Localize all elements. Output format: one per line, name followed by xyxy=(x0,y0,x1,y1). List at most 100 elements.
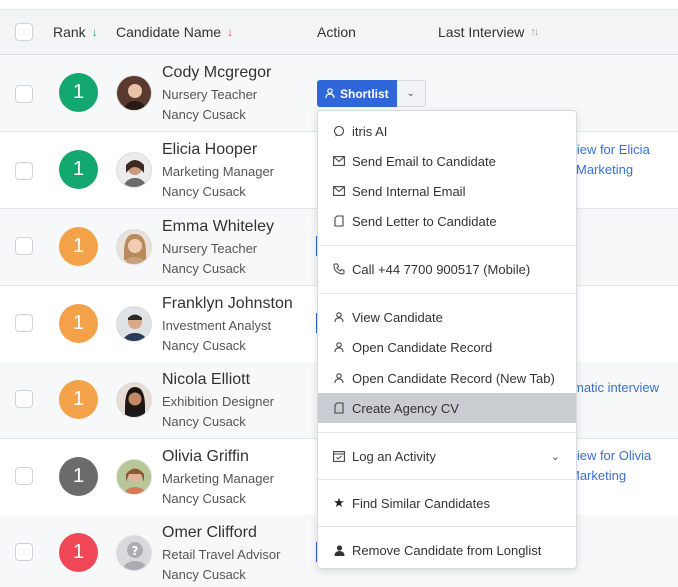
menu-item-label: View Candidate xyxy=(352,309,443,325)
last-interview-header-label: Last Interview xyxy=(438,24,525,40)
candidate-name[interactable]: Cody Mcgregor xyxy=(162,64,271,82)
menu-item-call[interactable]: Call +44 7700 900517 (Mobile) xyxy=(318,254,576,284)
candidate-owner: Nancy Cusack xyxy=(162,107,246,122)
avatar xyxy=(116,382,152,418)
menu-item-open-record[interactable]: Open Candidate Record xyxy=(318,332,576,362)
menu-item-label: Find Similar Candidates xyxy=(352,495,491,511)
last-interview-link[interactable]: rview for Elicia Marketing xyxy=(566,140,650,180)
candidate-owner: Nancy Cusack xyxy=(162,338,246,353)
document-icon xyxy=(333,402,345,414)
document-icon xyxy=(333,215,345,227)
phone-icon xyxy=(333,263,345,275)
rank-badge: 1 xyxy=(59,533,98,572)
menu-item-label: Open Candidate Record (New Tab) xyxy=(352,370,555,386)
user-icon xyxy=(333,311,345,323)
menu-divider xyxy=(318,245,576,246)
candidate-owner: Nancy Cusack xyxy=(162,414,246,429)
menu-item-find-similar[interactable]: ★ Find Similar Candidates xyxy=(318,488,576,518)
last-interview-link[interactable]: rview for Olivia Marketing xyxy=(566,446,651,486)
row-checkbox[interactable] xyxy=(15,85,33,103)
shortlist-split-button[interactable]: Shortlist ⌄ xyxy=(317,80,426,107)
candidate-name[interactable]: Franklyn Johnston xyxy=(162,295,293,313)
candidate-name-column-header[interactable]: Candidate Name ↓ xyxy=(116,24,233,40)
candidate-name[interactable]: Elicia Hooper xyxy=(162,141,257,159)
user-icon xyxy=(333,372,345,384)
rank-badge: 1 xyxy=(59,304,98,343)
menu-item-itris-ai[interactable]: itris AI xyxy=(318,116,576,146)
user-filled-icon xyxy=(333,544,345,556)
candidate-owner: Nancy Cusack xyxy=(162,261,246,276)
select-all-checkbox[interactable] xyxy=(15,23,33,41)
candidate-name[interactable]: Olivia Griffin xyxy=(162,448,249,466)
menu-item-send-letter[interactable]: Send Letter to Candidate xyxy=(318,206,576,236)
envelope-icon xyxy=(333,156,345,166)
menu-divider xyxy=(318,526,576,527)
candidate-name-header-label: Candidate Name xyxy=(116,24,222,40)
menu-item-view-candidate[interactable]: View Candidate xyxy=(318,302,576,332)
rank-badge: 1 xyxy=(59,150,98,189)
row-checkbox[interactable] xyxy=(15,162,33,180)
last-interview-link[interactable]: matic interview xyxy=(573,378,659,398)
menu-item-label: itris AI xyxy=(352,123,388,139)
envelope-icon xyxy=(333,186,345,196)
rank-badge: 1 xyxy=(59,73,98,112)
candidate-title: Marketing Manager xyxy=(162,164,274,179)
candidate-owner: Nancy Cusack xyxy=(162,184,246,199)
candidate-name[interactable]: Omer Clifford xyxy=(162,524,257,542)
menu-divider xyxy=(318,293,576,294)
menu-item-log-activity[interactable]: Log an Activity ⌄ xyxy=(318,441,576,471)
chevron-down-icon: ⌄ xyxy=(550,450,560,463)
candidate-name[interactable]: Nicola Elliott xyxy=(162,371,250,389)
svg-text:?: ? xyxy=(132,544,139,558)
row-checkbox[interactable] xyxy=(15,543,33,561)
menu-item-label: Send Internal Email xyxy=(352,183,466,199)
candidate-owner: Nancy Cusack xyxy=(162,567,246,582)
sort-down-icon: ↓ xyxy=(227,25,234,39)
last-interview-column-header[interactable]: Last Interview ↑↓ xyxy=(438,24,539,40)
chevron-down-icon: ⌄ xyxy=(406,88,415,99)
avatar xyxy=(116,152,152,188)
shortlist-dropdown-toggle[interactable]: ⌄ xyxy=(396,80,426,107)
calendar-check-icon xyxy=(333,450,345,462)
menu-divider xyxy=(318,432,576,433)
candidate-title: Investment Analyst xyxy=(162,318,272,333)
menu-item-label: Call +44 7700 900517 (Mobile) xyxy=(352,261,531,277)
shortlist-button[interactable]: Shortlist xyxy=(317,80,397,107)
row-checkbox[interactable] xyxy=(15,467,33,485)
candidate-title: Nursery Teacher xyxy=(162,241,258,256)
action-dropdown-menu: itris AI Send Email to Candidate Send In… xyxy=(317,110,577,569)
menu-item-label: Send Email to Candidate xyxy=(352,153,496,169)
avatar xyxy=(116,229,152,265)
candidate-name[interactable]: Emma Whiteley xyxy=(162,218,274,236)
star-icon: ★ xyxy=(333,495,345,510)
rank-badge: 1 xyxy=(59,457,98,496)
sort-both-icon: ↑↓ xyxy=(530,26,539,38)
candidate-title: Exhibition Designer xyxy=(162,394,275,409)
grid-header: Rank ↓ Candidate Name ↓ Action Last Inte… xyxy=(0,9,678,55)
avatar xyxy=(116,459,152,495)
row-checkbox[interactable] xyxy=(15,390,33,408)
rank-column-header[interactable]: Rank ↓ xyxy=(53,24,98,40)
menu-item-label: Create Agency CV xyxy=(352,400,459,416)
menu-item-label: Open Candidate Record xyxy=(352,339,493,355)
rank-header-label: Rank xyxy=(53,24,86,40)
candidate-title: Retail Travel Advisor xyxy=(162,547,281,562)
menu-item-send-email-candidate[interactable]: Send Email to Candidate xyxy=(318,146,576,176)
menu-item-label: Remove Candidate from Longlist xyxy=(352,542,542,558)
avatar xyxy=(116,306,152,342)
menu-item-open-record-new-tab[interactable]: Open Candidate Record (New Tab) xyxy=(318,363,576,393)
menu-item-label: Log an Activity xyxy=(352,448,436,464)
action-header-label: Action xyxy=(317,24,356,40)
rank-badge: 1 xyxy=(59,380,98,419)
menu-item-remove-longlist[interactable]: Remove Candidate from Longlist xyxy=(318,535,576,565)
row-checkbox[interactable] xyxy=(15,314,33,332)
avatar xyxy=(116,75,152,111)
menu-item-send-internal-email[interactable]: Send Internal Email xyxy=(318,176,576,206)
row-checkbox[interactable] xyxy=(15,237,33,255)
shortlist-label: Shortlist xyxy=(340,86,389,101)
menu-item-create-agency-cv[interactable]: Create Agency CV xyxy=(318,393,576,423)
candidate-title: Nursery Teacher xyxy=(162,87,258,102)
avatar: ? xyxy=(116,535,152,571)
sort-down-icon: ↓ xyxy=(91,25,98,39)
rank-badge: 1 xyxy=(59,227,98,266)
